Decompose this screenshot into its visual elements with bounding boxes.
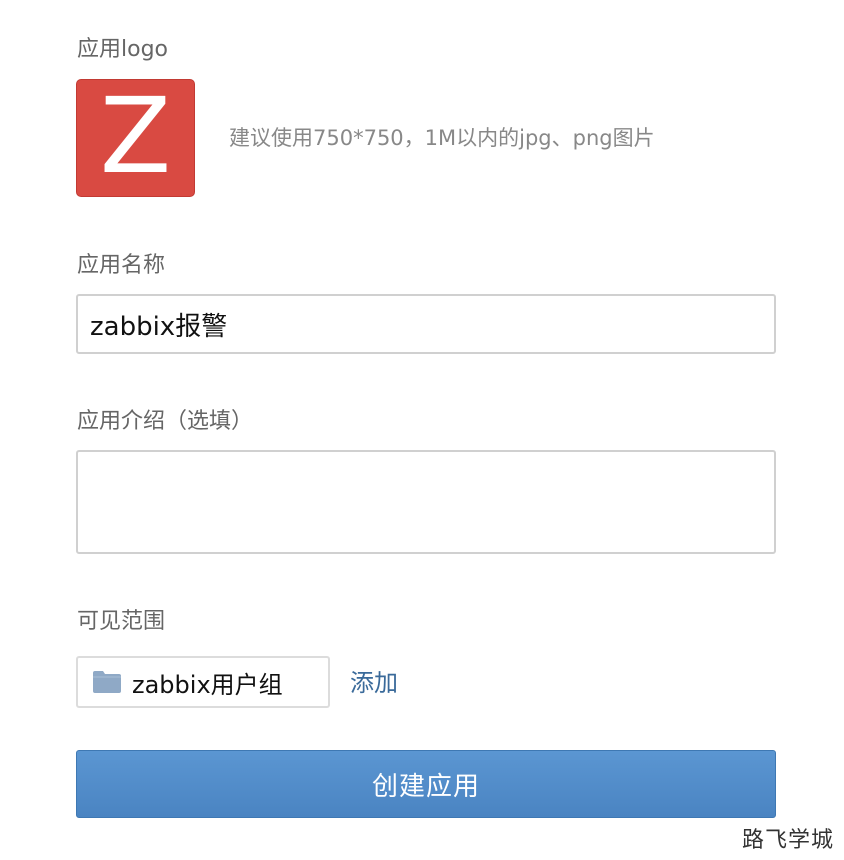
visibility-group-chip[interactable]: zabbix用户组: [76, 656, 330, 708]
create-app-form: 应用logo Z 建议使用750*750，1M以内的jpg、png图片 应用名称…: [0, 0, 844, 860]
logo-label: 应用logo: [77, 37, 168, 62]
watermark: 路飞学城: [741, 828, 834, 853]
app-name-input[interactable]: [76, 294, 776, 354]
description-label: 应用介绍（选填）: [77, 409, 254, 434]
app-logo-upload[interactable]: Z: [76, 79, 195, 197]
app-logo-letter: Z: [99, 75, 172, 197]
create-app-button[interactable]: 创建应用: [76, 750, 776, 818]
folder-icon: [93, 671, 121, 693]
name-label: 应用名称: [77, 253, 166, 278]
logo-hint: 建议使用750*750，1M以内的jpg、png图片: [229, 126, 655, 150]
visibility-group-label: zabbix用户组: [132, 670, 283, 699]
app-description-input[interactable]: [76, 450, 776, 554]
add-visibility-link[interactable]: 添加: [350, 668, 398, 698]
visibility-label: 可见范围: [77, 609, 166, 634]
